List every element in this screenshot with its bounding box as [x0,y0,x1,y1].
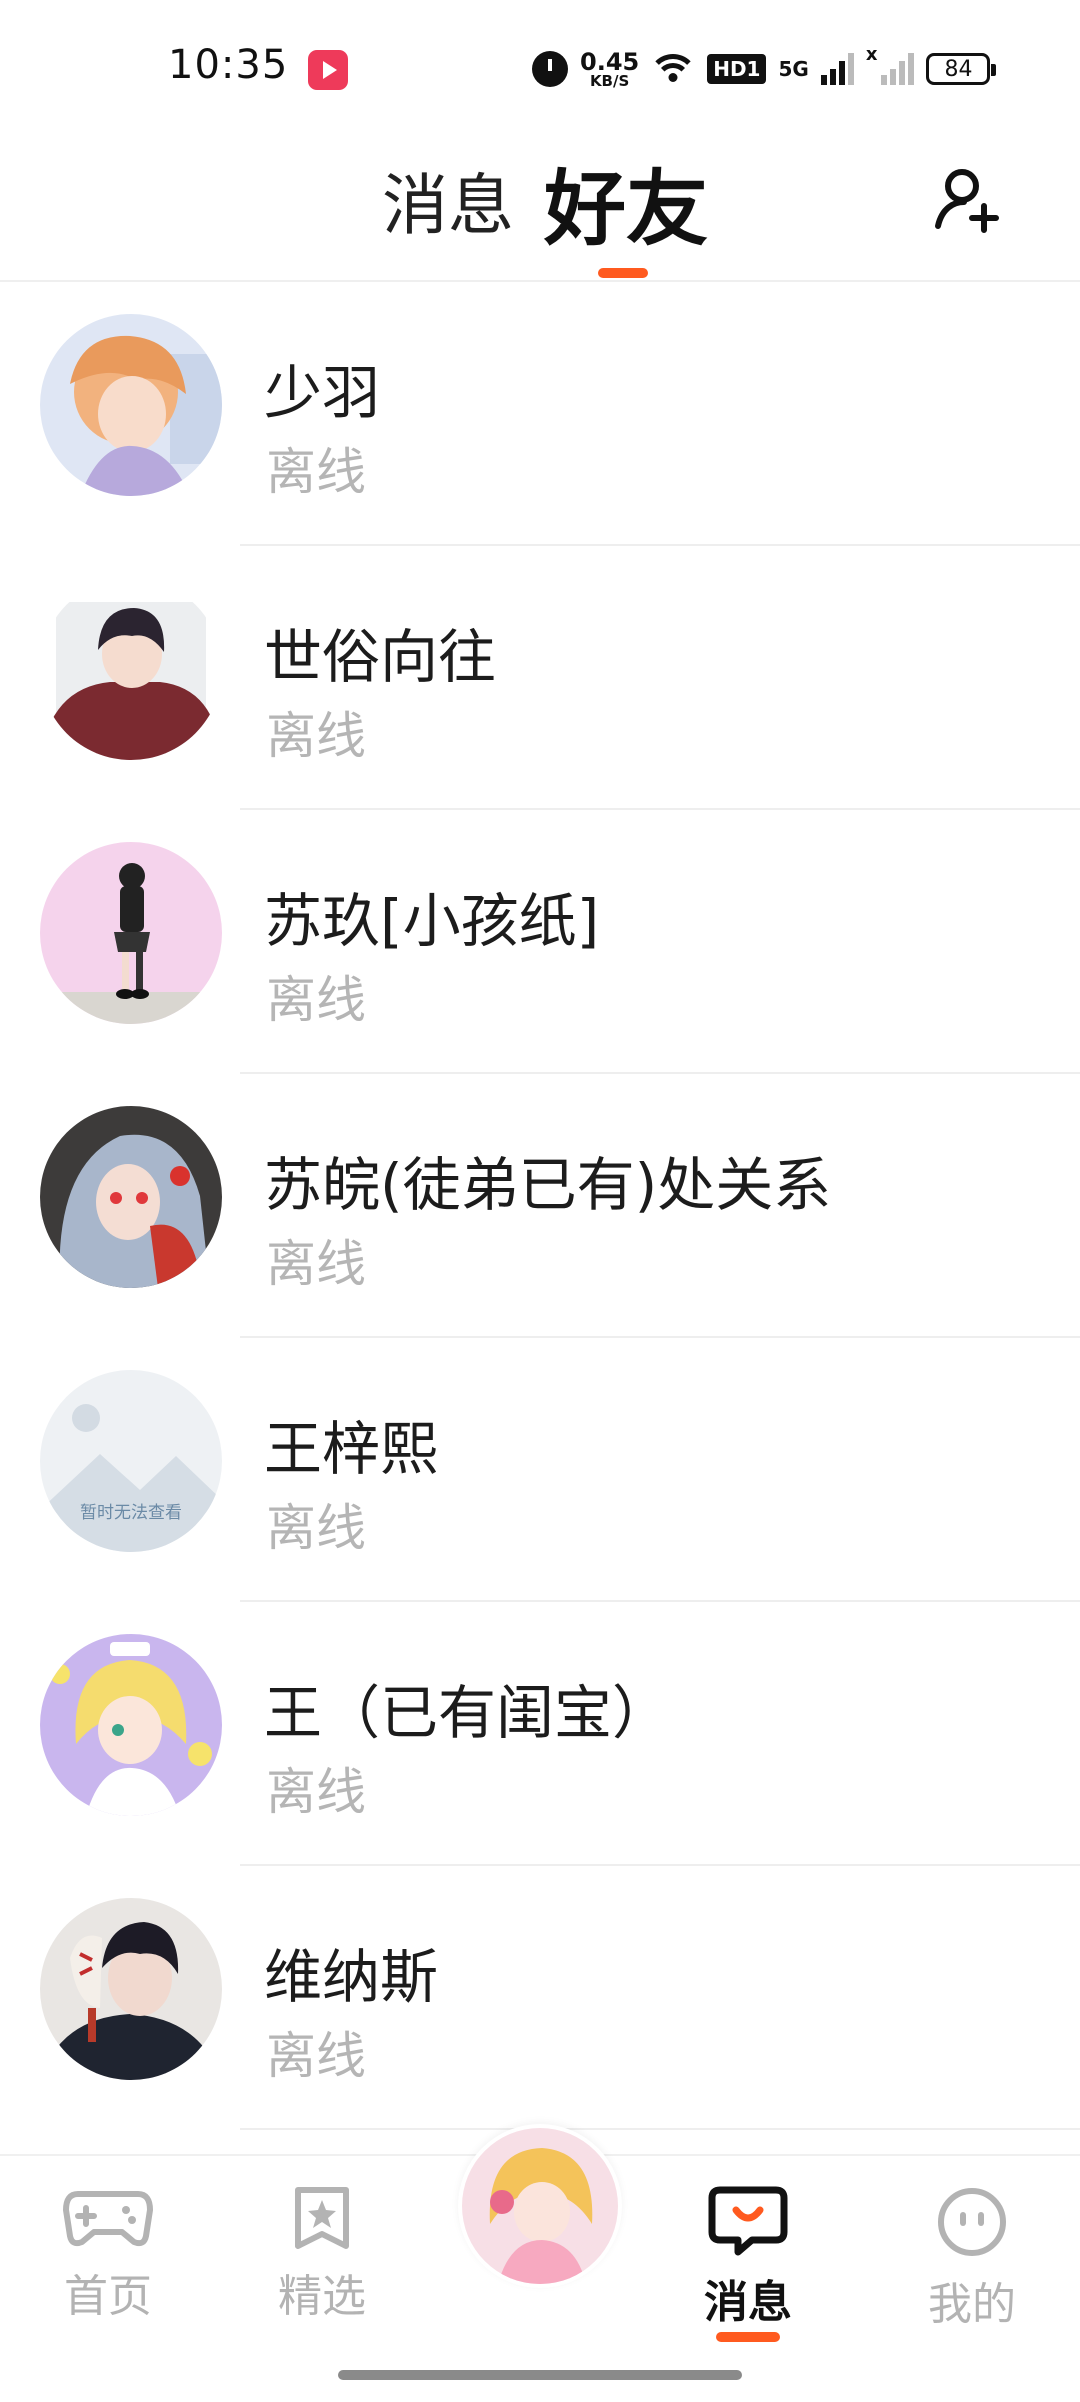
face-icon [938,2188,1006,2256]
avatar-anime-girl-dark [40,1106,222,1288]
friend-row[interactable]: 少羽 离线 [0,282,1080,546]
sim2-no-signal-mark: x [865,44,878,65]
friend-row[interactable]: 暂时无法查看 王梓熙 离线 [0,1338,1080,1602]
nav-label: 我的 [928,2279,1016,2330]
avatar-anime-girl-pink [40,842,222,1024]
battery-level: 84 [944,56,973,82]
friend-name: 王（已有闺宝） [264,1679,671,1747]
gamepad-icon [63,2191,153,2247]
friend-name: 苏皖(徒弟已有)处关系 [264,1151,832,1219]
friend-name: 世俗向往 [264,623,497,691]
network-speed-unit: KB/S [589,71,630,90]
friend-row[interactable]: 世俗向往 离线 [0,546,1080,810]
friend-status: 离线 [266,1235,366,1293]
network-type-label: 5G [778,57,809,81]
active-tab-indicator [598,268,648,278]
friend-row[interactable]: 苏玖[小孩纸] 离线 [0,810,1080,1074]
row-divider [240,2128,1080,2130]
friend-name: 少羽 [264,359,381,427]
avatar-anime-boy-mask [40,1898,222,2080]
network-speed-value: 0.45 [580,47,640,76]
signal-icon [820,53,854,85]
chat-bubble-icon [708,2186,788,2256]
avatar-placeholder: 暂时无法查看 [40,1370,222,1552]
nav-messages[interactable]: 消息 [678,2186,818,2342]
friend-status: 离线 [266,971,366,1029]
wifi-icon [651,52,696,86]
nav-label: 精选 [278,2271,366,2322]
friend-name: 苏玖[小孩纸] [264,887,600,955]
avatar-anime-boy-red [40,578,222,760]
nav-label: 首页 [64,2271,152,2322]
nav-profile[interactable]: 我的 [902,2186,1042,2332]
friend-list: 少羽 离线 世俗向往 离线 苏玖[小孩纸] 离线 苏皖(徒弟已有)处关系 离线 … [0,282,1080,2130]
placeholder-caption: 暂时无法查看 [80,1503,182,1523]
avatar-center-anime [462,2128,618,2284]
friend-status: 离线 [266,2027,366,2085]
status-icons: 0.45 KB/S HD1 5G x 84 [532,44,997,94]
friend-status: 离线 [266,1763,366,1821]
friend-status: 离线 [266,443,366,501]
nav-active-indicator [716,2332,780,2342]
nav-label: 消息 [704,2277,792,2328]
hd-voice-badge: HD1 [707,54,767,84]
bottom-navigation: 首页 精选 消息 我的 [0,2124,1080,2402]
nav-featured[interactable]: 精选 [252,2186,392,2324]
friend-row[interactable]: 苏皖(徒弟已有)处关系 离线 [0,1074,1080,1338]
tab-friends[interactable]: 好友 [544,142,708,261]
nav-center-avatar-button[interactable] [458,2124,622,2288]
star-card-icon [295,2187,349,2249]
friend-name: 维纳斯 [264,1943,439,2011]
friend-row[interactable]: 王（已有闺宝） 离线 [0,1602,1080,1866]
home-indicator[interactable] [338,2370,742,2380]
alarm-icon [532,51,568,87]
signal-sim2-icon [881,53,915,85]
battery-icon: 84 [926,53,997,85]
avatar-anime-orange [40,314,222,496]
video-app-notification-icon [308,50,348,90]
nav-home[interactable]: 首页 [38,2186,178,2324]
friend-name: 王梓熙 [264,1415,439,1483]
friend-row[interactable]: 维纳斯 离线 [0,1866,1080,2130]
tab-messages[interactable]: 消息 [382,152,514,248]
status-bar: 10:35 0.45 KB/S HD1 5G x 84 [0,0,1080,140]
avatar-anime-girl-yellow [40,1634,222,1816]
add-friend-icon[interactable] [932,160,1012,240]
top-header: 消息 好友 [0,140,1080,282]
friend-status: 离线 [266,1499,366,1557]
network-speed: 0.45 KB/S [580,50,639,89]
friend-status: 离线 [266,707,366,765]
image-unavailable-icon [40,1404,222,1552]
status-time: 10:35 [168,42,289,88]
